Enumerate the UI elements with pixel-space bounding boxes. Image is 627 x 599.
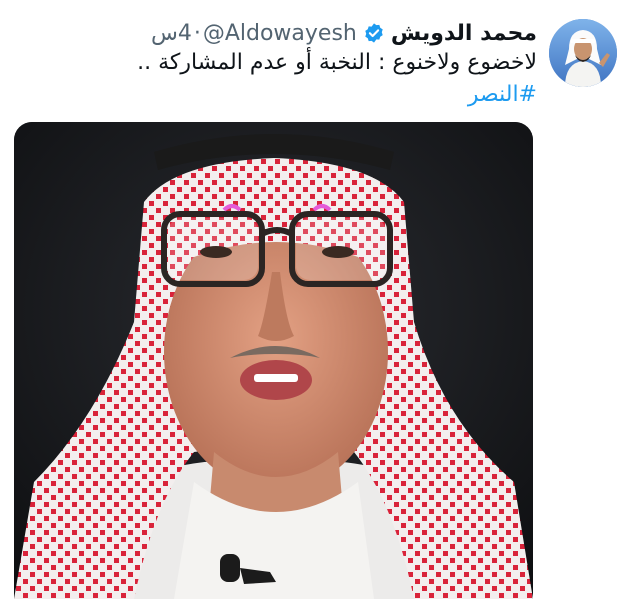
avatar[interactable] — [549, 19, 617, 87]
separator-dot: · — [193, 20, 201, 46]
timestamp-value[interactable]: 4 — [178, 21, 192, 46]
display-name[interactable]: محمد الدويش — [391, 21, 537, 46]
tweet-text: لاخضوع ولاخنوع : النخبة أو عدم المشاركة … — [137, 50, 537, 75]
user-handle[interactable]: @Aldowayesh — [203, 21, 357, 46]
verified-badge-icon — [363, 22, 385, 44]
avatar-image — [549, 19, 617, 87]
tweet-card[interactable]: محمد الدويش @Aldowayesh · 4 س لاخضوع ولا… — [0, 0, 627, 599]
hashtag-link[interactable]: #النصر — [468, 82, 537, 107]
timestamp-unit[interactable]: س — [151, 21, 178, 46]
tweet-header: محمد الدويش @Aldowayesh · 4 س — [145, 16, 537, 50]
attached-photo[interactable] — [14, 122, 533, 599]
photo-illustration — [14, 122, 533, 599]
